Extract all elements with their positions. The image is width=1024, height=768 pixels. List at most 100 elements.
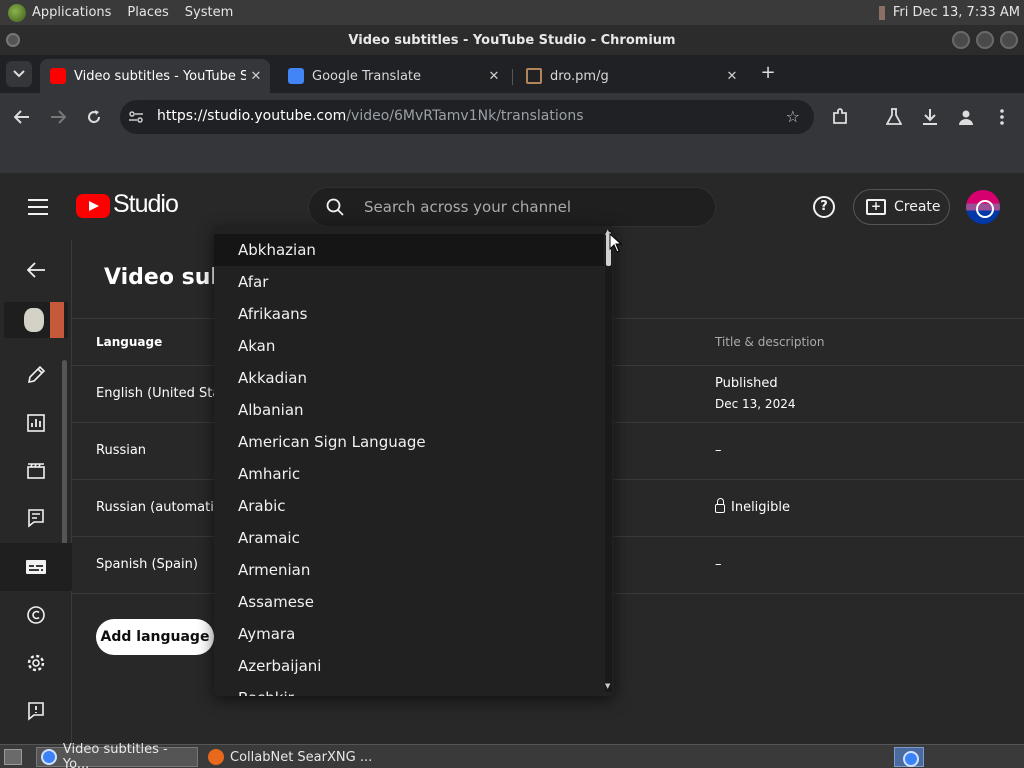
folder-favicon-icon (526, 68, 542, 84)
create-video-icon: + (866, 199, 886, 215)
row-title-status: – (715, 443, 722, 458)
help-icon[interactable]: ? (813, 196, 835, 218)
channel-search-box[interactable] (308, 187, 716, 227)
create-button[interactable]: + Create (853, 189, 950, 225)
feedback-icon[interactable] (22, 697, 50, 725)
firefox-icon (208, 749, 224, 765)
close-tab-icon[interactable]: ✕ (484, 69, 504, 84)
search-icon[interactable] (326, 198, 344, 216)
places-menu[interactable]: Places (127, 5, 168, 20)
panel-indicator-icon (878, 5, 885, 20)
dropdown-option[interactable]: Aymara (214, 618, 604, 650)
dropdown-option[interactable]: Aramaic (214, 522, 604, 554)
row-language: Spanish (Spain) (96, 557, 198, 572)
dropdown-option[interactable]: Assamese (214, 586, 604, 618)
tab-title: Video subtitles - YouTube Studio (74, 68, 246, 84)
add-language-button[interactable]: Add language (96, 619, 214, 655)
dropdown-option[interactable]: Albanian (214, 394, 604, 426)
settings-gear-icon[interactable] (22, 649, 50, 677)
row-language: Russian (automatic c (96, 500, 233, 515)
dropdown-option[interactable]: Amharic (214, 458, 604, 490)
system-menu[interactable]: System (185, 5, 233, 20)
window-menu-button[interactable] (6, 33, 20, 47)
hamburger-menu-icon[interactable] (28, 199, 48, 215)
forward-arrow-icon[interactable] (46, 105, 70, 129)
site-info-icon[interactable] (128, 109, 144, 125)
dropdown-option[interactable]: Abkhazian (214, 234, 604, 266)
downloads-icon[interactable] (918, 105, 942, 129)
dropdown-option[interactable]: Afar (214, 266, 604, 298)
tab-title: dro.pm/g (550, 68, 609, 84)
back-arrow-icon[interactable] (10, 105, 34, 129)
reload-icon[interactable] (82, 105, 106, 129)
tab-strip: Video subtitles - YouTube Studio ✕ Googl… (0, 55, 1024, 93)
column-header-language[interactable]: Language (96, 335, 162, 349)
tab-google-translate[interactable]: Google Translate ✕ (278, 59, 508, 93)
url-host: https://studio.youtube.com (157, 108, 347, 124)
bookmark-star-icon[interactable]: ☆ (786, 107, 800, 126)
row-language: Russian (96, 443, 147, 458)
window-title: Video subtitles - YouTube Studio - Chrom… (348, 32, 676, 48)
taskbar-item-title: CollabNet SearXNG ... (230, 749, 373, 765)
subtitles-icon[interactable] (22, 553, 50, 581)
youtube-favicon-icon (50, 68, 66, 84)
studio-brand[interactable]: Studio (113, 190, 179, 219)
kebab-menu-icon[interactable] (990, 105, 1014, 129)
dropdown-option[interactable]: Arabic (214, 490, 604, 522)
editor-clapper-icon[interactable] (22, 457, 50, 485)
url-text[interactable]: https://studio.youtube.com/video/6MvRTam… (157, 108, 584, 124)
extensions-icon[interactable] (828, 105, 852, 129)
tab-video-subtitles[interactable]: Video subtitles - YouTube Studio ✕ (40, 59, 270, 93)
row-title-status: Ineligible (731, 500, 791, 515)
close-tab-icon[interactable]: ✕ (246, 69, 266, 84)
bookmarks-bar (0, 141, 1024, 174)
url-path: /video/6MvRTamv1Nk/translations (346, 108, 584, 124)
dropdown-option[interactable]: American Sign Language (214, 426, 604, 458)
scroll-down-arrow-icon[interactable]: ▼ (605, 682, 610, 690)
dropdown-option[interactable]: Bashkir (214, 682, 604, 696)
taskbar-item-chromium[interactable]: Video subtitles - Yo... (36, 742, 198, 768)
tab-title: Google Translate (312, 68, 422, 84)
row-title-status: Published (715, 376, 778, 391)
dropdown-scrollbar-track[interactable] (605, 230, 612, 692)
applications-menu[interactable]: Applications (32, 5, 111, 20)
tab-search-button[interactable] (6, 61, 32, 87)
search-input[interactable] (364, 198, 684, 216)
back-arrow-icon[interactable] (22, 256, 50, 284)
distro-logo-icon[interactable] (8, 3, 26, 22)
labs-flask-icon[interactable] (882, 105, 906, 129)
youtube-logo-icon[interactable] (76, 194, 110, 218)
chevron-down-icon (13, 70, 25, 78)
dropdown-option[interactable]: Armenian (214, 554, 604, 586)
tab-dro-pm[interactable]: dro.pm/g ✕ (516, 59, 746, 93)
chromium-icon (41, 749, 57, 765)
copyright-icon[interactable] (22, 601, 50, 629)
dropdown-option[interactable]: Afrikaans (214, 298, 604, 330)
pencil-icon[interactable] (22, 361, 50, 389)
dropdown-option[interactable]: Akan (214, 330, 604, 362)
left-nav (0, 240, 72, 744)
close-window-button[interactable] (1000, 31, 1018, 49)
close-tab-icon[interactable]: ✕ (722, 69, 742, 84)
clock[interactable]: Fri Dec 13, 7:33 AM (893, 5, 1020, 20)
address-bar[interactable]: https://studio.youtube.com/video/6MvRTam… (120, 100, 814, 134)
show-desktop-icon[interactable] (4, 749, 22, 765)
window-title-bar: Video subtitles - YouTube Studio - Chrom… (0, 25, 1024, 55)
row-language: English (United State (96, 386, 234, 401)
dropdown-option[interactable]: Azerbaijani (214, 650, 604, 682)
row-title-status: – (715, 557, 722, 572)
row-title-date: Dec 13, 2024 (715, 397, 796, 411)
dropdown-option[interactable]: Akkadian (214, 362, 604, 394)
comments-icon[interactable] (22, 504, 50, 532)
avatar[interactable] (966, 190, 1000, 224)
new-tab-button[interactable]: + (758, 63, 778, 83)
analytics-icon[interactable] (22, 409, 50, 437)
minimize-button[interactable] (952, 31, 970, 49)
profile-icon[interactable] (954, 105, 978, 129)
maximize-button[interactable] (976, 31, 994, 49)
language-dropdown[interactable]: Abkhazian Afar Afrikaans Akan Akkadian A… (214, 226, 614, 696)
video-thumbnail[interactable] (4, 302, 68, 338)
taskbar-item-firefox[interactable]: CollabNet SearXNG ... (204, 747, 384, 767)
column-header-title-description: Title & description (715, 335, 825, 349)
tray-chromium-icon[interactable] (894, 747, 924, 767)
